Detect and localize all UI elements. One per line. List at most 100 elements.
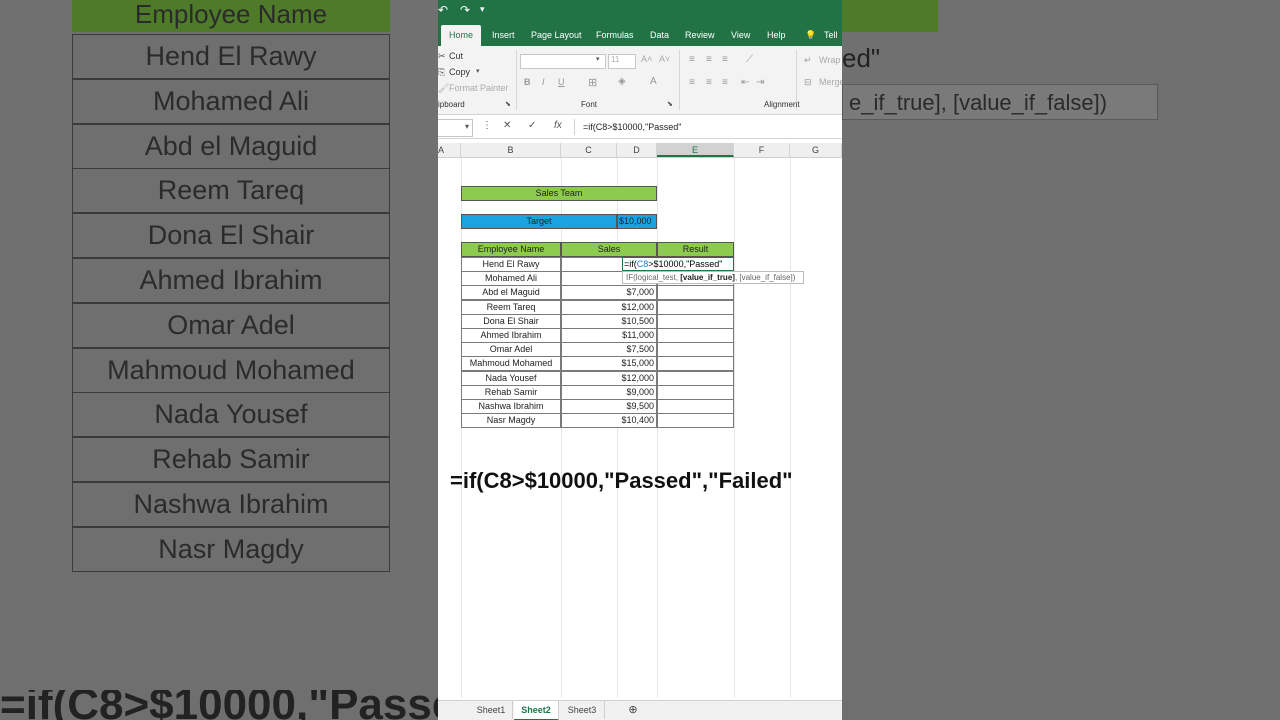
clipboard-launcher-icon[interactable]: ⬊ <box>505 100 511 108</box>
copy-button[interactable]: Copy <box>449 67 470 77</box>
worksheet-grid[interactable]: Sales Team Target $10,000 Employee Name … <box>438 158 842 698</box>
increase-font-icon[interactable]: A˄ <box>641 54 652 64</box>
employee-name-cell[interactable]: Nada Yousef <box>461 370 561 386</box>
employee-name-cell[interactable]: Nashwa Ibrahim <box>461 399 561 414</box>
tab-formulas[interactable]: Formulas <box>596 25 634 46</box>
sheet-tab-sheet2[interactable]: Sheet2 <box>514 701 559 720</box>
align-right-icon[interactable]: ≡ <box>722 77 728 88</box>
sheet-tab-sheet1[interactable]: Sheet1 <box>470 701 513 719</box>
cut-button[interactable]: Cut <box>449 51 463 61</box>
enter-entry-button[interactable]: ✓ <box>528 120 536 131</box>
employee-name-cell[interactable]: Hend El Rawy <box>461 257 561 272</box>
column-header-c[interactable]: C <box>561 143 617 157</box>
employee-name-cell[interactable]: Reem Tareq <box>461 299 561 315</box>
result-cell[interactable] <box>657 384 734 400</box>
sales-cell[interactable]: $7,500 <box>561 342 657 358</box>
sales-team-title-cell[interactable]: Sales Team <box>461 186 657 201</box>
font-launcher-icon[interactable]: ⬊ <box>667 100 673 108</box>
background-name-cell: Nashwa Ibrahim <box>72 482 390 527</box>
column-header-f[interactable]: F <box>734 143 790 157</box>
result-cell[interactable] <box>657 285 734 301</box>
tab-home[interactable]: Home <box>441 25 482 46</box>
borders-icon[interactable]: ⊞ <box>588 76 597 89</box>
name-box[interactable]: ▾ <box>438 119 473 137</box>
sales-cell[interactable]: $11,000 <box>561 328 657 343</box>
tell-me-search[interactable]: Tell m <box>824 25 842 61</box>
header-employee-name[interactable]: Employee Name <box>461 242 561 257</box>
tab-page-layout[interactable]: Page Layout <box>531 25 582 46</box>
align-top-icon[interactable]: ≡ <box>689 54 695 65</box>
result-cell[interactable] <box>657 413 734 429</box>
employee-name-cell[interactable]: Ahmed Ibrahim <box>461 328 561 343</box>
redo-icon[interactable]: ↷ <box>460 3 470 17</box>
employee-name-cell[interactable]: Rehab Samir <box>461 384 561 400</box>
orientation-icon[interactable]: ⟋ <box>746 54 753 65</box>
align-center-icon[interactable]: ≡ <box>706 77 712 88</box>
column-header-g[interactable]: G <box>790 143 842 157</box>
sales-cell[interactable]: $10,500 <box>561 313 657 329</box>
result-cell[interactable] <box>657 399 734 414</box>
sales-cell[interactable]: $12,000 <box>561 299 657 315</box>
column-header-d[interactable]: D <box>617 143 657 157</box>
decrease-indent-icon[interactable]: ⇤ <box>741 77 749 88</box>
employee-name-cell[interactable]: Dona El Shair <box>461 313 561 329</box>
employee-name-cell[interactable]: Nasr Magdy <box>461 413 561 429</box>
result-cell[interactable] <box>657 356 734 372</box>
font-color-icon[interactable]: A <box>650 76 657 87</box>
insert-function-button[interactable]: fx <box>554 120 562 131</box>
undo-icon[interactable]: ↶ <box>438 3 448 17</box>
sales-cell[interactable]: $7,000 <box>561 285 657 301</box>
result-cell[interactable] <box>657 299 734 315</box>
merge-button[interactable]: Merge <box>819 77 842 87</box>
tab-view[interactable]: View <box>731 25 750 46</box>
column-header-a[interactable]: A <box>438 143 461 157</box>
wrap-text-button[interactable]: Wrap <box>819 55 840 65</box>
column-header-b[interactable]: B <box>461 143 561 157</box>
cancel-entry-button[interactable]: ✕ <box>503 120 511 131</box>
sales-cell[interactable]: $15,000 <box>561 356 657 372</box>
copy-dropdown-icon[interactable]: ▾ <box>476 67 480 75</box>
sales-cell[interactable]: $10,400 <box>561 413 657 429</box>
sales-cell[interactable]: $9,500 <box>561 399 657 414</box>
employee-name-cell[interactable]: Omar Adel <box>461 342 561 358</box>
result-cell[interactable] <box>657 328 734 343</box>
background-name-cell: Omar Adel <box>72 302 390 348</box>
employee-name-cell[interactable]: Mahmoud Mohamed <box>461 356 561 372</box>
formula-input[interactable]: =if(C8>$10000,"Passed" <box>574 119 842 135</box>
bold-button[interactable]: B <box>524 77 531 87</box>
editing-cell[interactable]: =if(C8>$10000,"Passed" <box>622 257 734 271</box>
employee-name-cell[interactable]: Abd el Maguid <box>461 285 561 301</box>
header-result[interactable]: Result <box>657 242 734 257</box>
background-result-header <box>842 0 938 32</box>
header-sales[interactable]: Sales <box>561 242 657 257</box>
increase-indent-icon[interactable]: ⇥ <box>756 77 764 88</box>
result-cell[interactable] <box>657 313 734 329</box>
decrease-font-icon[interactable]: A˅ <box>659 54 670 64</box>
fill-color-icon[interactable]: ◈ <box>618 76 626 87</box>
name-box-dropdown-icon[interactable]: ▾ <box>465 122 469 131</box>
font-name-box[interactable] <box>520 54 606 69</box>
tab-data[interactable]: Data <box>650 25 669 46</box>
sheet-tab-sheet3[interactable]: Sheet3 <box>560 701 605 719</box>
format-painter-button[interactable]: Format Painter <box>449 83 509 93</box>
tab-help[interactable]: Help <box>767 25 786 46</box>
result-cell[interactable] <box>657 370 734 386</box>
customize-dropdown-icon[interactable]: ▾ <box>480 4 485 15</box>
align-bottom-icon[interactable]: ≡ <box>722 54 728 65</box>
column-header-e[interactable]: E <box>657 143 734 157</box>
add-sheet-icon[interactable]: ⊕ <box>624 701 642 719</box>
result-cell[interactable] <box>657 342 734 358</box>
sales-cell[interactable]: $9,000 <box>561 384 657 400</box>
font-size-box[interactable]: 11 <box>608 54 636 69</box>
tab-insert[interactable]: Insert <box>492 25 515 46</box>
italic-button[interactable]: I <box>542 77 545 87</box>
tab-review[interactable]: Review <box>685 25 715 46</box>
target-label-cell[interactable]: Target <box>461 214 617 229</box>
font-name-dropdown-icon[interactable]: ▾ <box>596 55 600 63</box>
target-value-cell[interactable]: $10,000 <box>617 214 657 229</box>
align-middle-icon[interactable]: ≡ <box>706 54 712 65</box>
underline-button[interactable]: U <box>558 77 565 87</box>
sales-cell[interactable]: $12,000 <box>561 370 657 386</box>
employee-name-cell[interactable]: Mohamed Ali <box>461 271 561 287</box>
align-left-icon[interactable]: ≡ <box>689 77 695 88</box>
